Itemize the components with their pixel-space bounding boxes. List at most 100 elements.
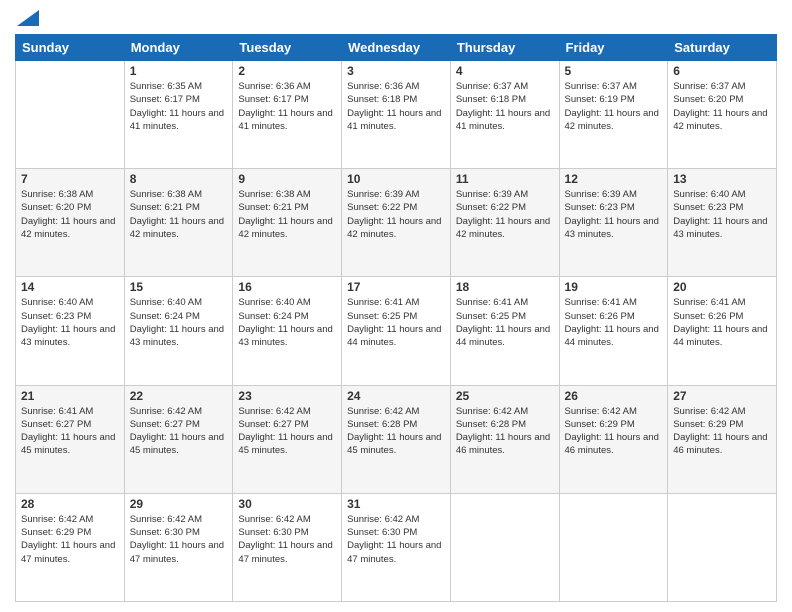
day-number: 29 [130, 497, 228, 511]
day-number: 18 [456, 280, 554, 294]
day-info: Sunrise: 6:41 AMSunset: 6:25 PMDaylight:… [347, 296, 445, 349]
day-number: 24 [347, 389, 445, 403]
calendar-cell: 4Sunrise: 6:37 AMSunset: 6:18 PMDaylight… [450, 61, 559, 169]
logo-text [15, 10, 39, 26]
day-info: Sunrise: 6:37 AMSunset: 6:19 PMDaylight:… [565, 80, 663, 133]
calendar-cell: 6 Sunrise: 6:37 AMSunset: 6:20 PMDaylight… [668, 61, 777, 169]
calendar-week-row: 21 Sunrise: 6:41 AMSunset: 6:27 PMDayligh… [16, 385, 777, 493]
calendar-table: SundayMondayTuesdayWednesdayThursdayFrid… [15, 34, 777, 602]
day-info: Sunrise: 6:39 AMSunset: 6:22 PMDaylight:… [456, 188, 554, 241]
day-info: Sunrise: 6:41 AMSunset: 6:25 PMDaylight:… [456, 296, 554, 349]
calendar-day-header: Monday [124, 35, 233, 61]
calendar-cell [559, 493, 668, 601]
calendar-cell: 15Sunrise: 6:40 AMSunset: 6:24 PMDayligh… [124, 277, 233, 385]
day-info: Sunrise: 6:41 AMSunset: 6:26 PMDaylight:… [565, 296, 663, 349]
day-info: Sunrise: 6:42 AMSunset: 6:29 PMDaylight:… [21, 513, 119, 566]
day-info: Sunrise: 6:42 AMSunset: 6:29 PMDaylight:… [673, 405, 771, 458]
calendar-cell: 13 Sunrise: 6:40 AMSunset: 6:23 PMDayligh… [668, 169, 777, 277]
calendar-cell [450, 493, 559, 601]
calendar-cell: 27 Sunrise: 6:42 AMSunset: 6:29 PMDayligh… [668, 385, 777, 493]
calendar-cell: 1Sunrise: 6:35 AMSunset: 6:17 PMDaylight… [124, 61, 233, 169]
day-number: 31 [347, 497, 445, 511]
day-number: 1 [130, 64, 228, 78]
calendar-week-row: 7 Sunrise: 6:38 AMSunset: 6:20 PMDaylight… [16, 169, 777, 277]
calendar-cell [16, 61, 125, 169]
day-number: 17 [347, 280, 445, 294]
day-info: Sunrise: 6:38 AMSunset: 6:21 PMDaylight:… [130, 188, 228, 241]
calendar-day-header: Tuesday [233, 35, 342, 61]
calendar-cell: 24 Sunrise: 6:42 AMSunset: 6:28 PMDayligh… [342, 385, 451, 493]
calendar-header-row: SundayMondayTuesdayWednesdayThursdayFrid… [16, 35, 777, 61]
day-number: 7 [21, 172, 119, 186]
day-info: Sunrise: 6:38 AMSunset: 6:20 PMDaylight:… [21, 188, 119, 241]
day-info: Sunrise: 6:40 AMSunset: 6:23 PMDaylight:… [673, 188, 771, 241]
calendar-cell [668, 493, 777, 601]
calendar-cell: 2Sunrise: 6:36 AMSunset: 6:17 PMDaylight… [233, 61, 342, 169]
day-info: Sunrise: 6:41 AMSunset: 6:27 PMDaylight:… [21, 405, 119, 458]
calendar-cell: 16Sunrise: 6:40 AMSunset: 6:24 PMDayligh… [233, 277, 342, 385]
day-info: Sunrise: 6:39 AMSunset: 6:23 PMDaylight:… [565, 188, 663, 241]
header [15, 10, 777, 26]
calendar-day-header: Thursday [450, 35, 559, 61]
day-info: Sunrise: 6:36 AMSunset: 6:18 PMDaylight:… [347, 80, 445, 133]
logo [15, 10, 39, 26]
day-info: Sunrise: 6:42 AMSunset: 6:29 PMDaylight:… [565, 405, 663, 458]
day-number: 20 [673, 280, 771, 294]
calendar-cell: 28Sunrise: 6:42 AMSunset: 6:29 PMDayligh… [16, 493, 125, 601]
calendar-cell: 22 Sunrise: 6:42 AMSunset: 6:27 PMDayligh… [124, 385, 233, 493]
day-number: 19 [565, 280, 663, 294]
day-info: Sunrise: 6:40 AMSunset: 6:23 PMDaylight:… [21, 296, 119, 349]
calendar-day-header: Friday [559, 35, 668, 61]
day-info: Sunrise: 6:41 AMSunset: 6:26 PMDaylight:… [673, 296, 771, 349]
day-info: Sunrise: 6:39 AMSunset: 6:22 PMDaylight:… [347, 188, 445, 241]
day-info: Sunrise: 6:40 AMSunset: 6:24 PMDaylight:… [130, 296, 228, 349]
day-number: 9 [238, 172, 336, 186]
calendar-cell: 26 Sunrise: 6:42 AMSunset: 6:29 PMDayligh… [559, 385, 668, 493]
calendar-cell: 23Sunrise: 6:42 AMSunset: 6:27 PMDayligh… [233, 385, 342, 493]
calendar-cell: 18 Sunrise: 6:41 AMSunset: 6:25 PMDayligh… [450, 277, 559, 385]
calendar-cell: 8 Sunrise: 6:38 AMSunset: 6:21 PMDaylight… [124, 169, 233, 277]
day-info: Sunrise: 6:42 AMSunset: 6:27 PMDaylight:… [130, 405, 228, 458]
calendar-day-header: Saturday [668, 35, 777, 61]
day-number: 12 [565, 172, 663, 186]
day-info: Sunrise: 6:37 AMSunset: 6:18 PMDaylight:… [456, 80, 554, 133]
calendar-cell: 3Sunrise: 6:36 AMSunset: 6:18 PMDaylight… [342, 61, 451, 169]
day-number: 27 [673, 389, 771, 403]
day-number: 6 [673, 64, 771, 78]
calendar-week-row: 28Sunrise: 6:42 AMSunset: 6:29 PMDayligh… [16, 493, 777, 601]
day-info: Sunrise: 6:42 AMSunset: 6:30 PMDaylight:… [130, 513, 228, 566]
day-info: Sunrise: 6:42 AMSunset: 6:28 PMDaylight:… [456, 405, 554, 458]
calendar-cell: 9 Sunrise: 6:38 AMSunset: 6:21 PMDaylight… [233, 169, 342, 277]
day-info: Sunrise: 6:38 AMSunset: 6:21 PMDaylight:… [238, 188, 336, 241]
day-number: 30 [238, 497, 336, 511]
day-number: 5 [565, 64, 663, 78]
day-number: 26 [565, 389, 663, 403]
day-info: Sunrise: 6:42 AMSunset: 6:28 PMDaylight:… [347, 405, 445, 458]
calendar-day-header: Sunday [16, 35, 125, 61]
day-number: 22 [130, 389, 228, 403]
calendar-cell: 21 Sunrise: 6:41 AMSunset: 6:27 PMDayligh… [16, 385, 125, 493]
day-number: 13 [673, 172, 771, 186]
calendar-day-header: Wednesday [342, 35, 451, 61]
calendar-cell: 14Sunrise: 6:40 AMSunset: 6:23 PMDayligh… [16, 277, 125, 385]
day-info: Sunrise: 6:37 AMSunset: 6:20 PMDaylight:… [673, 80, 771, 133]
day-number: 21 [21, 389, 119, 403]
calendar-cell: 19 Sunrise: 6:41 AMSunset: 6:26 PMDayligh… [559, 277, 668, 385]
calendar-cell: 20 Sunrise: 6:41 AMSunset: 6:26 PMDayligh… [668, 277, 777, 385]
calendar-cell: 17 Sunrise: 6:41 AMSunset: 6:25 PMDayligh… [342, 277, 451, 385]
day-info: Sunrise: 6:42 AMSunset: 6:30 PMDaylight:… [347, 513, 445, 566]
calendar-cell: 31 Sunrise: 6:42 AMSunset: 6:30 PMDayligh… [342, 493, 451, 601]
day-info: Sunrise: 6:40 AMSunset: 6:24 PMDaylight:… [238, 296, 336, 349]
day-number: 11 [456, 172, 554, 186]
calendar-week-row: 1Sunrise: 6:35 AMSunset: 6:17 PMDaylight… [16, 61, 777, 169]
calendar-cell: 12 Sunrise: 6:39 AMSunset: 6:23 PMDayligh… [559, 169, 668, 277]
calendar-cell: 10Sunrise: 6:39 AMSunset: 6:22 PMDayligh… [342, 169, 451, 277]
calendar-cell: 30 Sunrise: 6:42 AMSunset: 6:30 PMDayligh… [233, 493, 342, 601]
day-number: 8 [130, 172, 228, 186]
day-number: 25 [456, 389, 554, 403]
day-number: 23 [238, 389, 336, 403]
page: SundayMondayTuesdayWednesdayThursdayFrid… [0, 0, 792, 612]
calendar-cell: 25 Sunrise: 6:42 AMSunset: 6:28 PMDayligh… [450, 385, 559, 493]
day-info: Sunrise: 6:42 AMSunset: 6:30 PMDaylight:… [238, 513, 336, 566]
calendar-cell: 5 Sunrise: 6:37 AMSunset: 6:19 PMDaylight… [559, 61, 668, 169]
